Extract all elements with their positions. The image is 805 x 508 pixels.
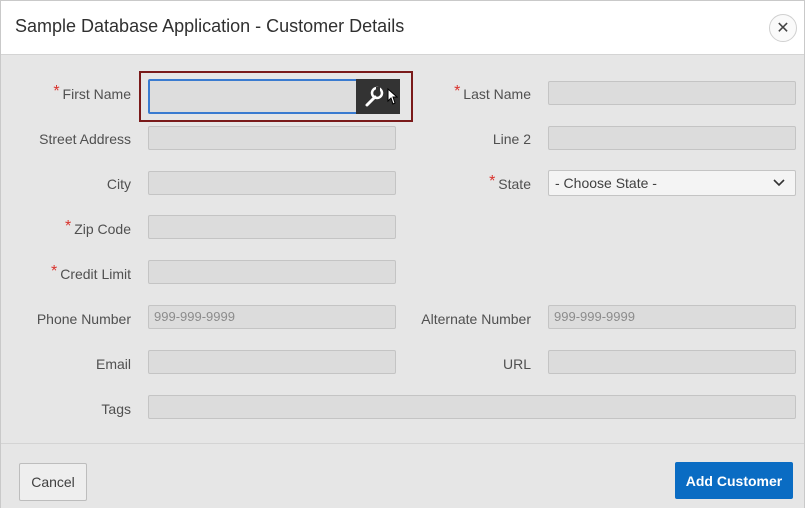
phone-number-input[interactable]: 999-999-9999 bbox=[148, 305, 396, 329]
tags-input[interactable] bbox=[148, 395, 796, 419]
email-label: Email bbox=[95, 356, 131, 372]
state-selected-value: - Choose State - bbox=[555, 175, 657, 191]
state-label: * State bbox=[489, 173, 531, 192]
line2-label: Line 2 bbox=[492, 131, 531, 147]
last-name-input[interactable] bbox=[548, 81, 796, 105]
close-button[interactable]: ✕ bbox=[769, 14, 797, 42]
url-label: URL bbox=[502, 356, 531, 372]
customer-details-dialog: Sample Database Application - Customer D… bbox=[0, 0, 805, 508]
credit-limit-input[interactable] bbox=[148, 260, 396, 284]
wrench-button[interactable] bbox=[356, 79, 400, 114]
city-label: City bbox=[106, 176, 131, 192]
form-body: * First Name * Last Name Street Address Li… bbox=[1, 55, 804, 443]
tags-label: Tags bbox=[101, 401, 131, 417]
alternate-number-input[interactable]: 999-999-9999 bbox=[548, 305, 796, 329]
street-address-input[interactable] bbox=[148, 126, 396, 150]
credit-limit-label: * Credit Limit bbox=[50, 263, 131, 282]
zip-code-label: * Zip Code bbox=[64, 218, 131, 237]
close-icon: ✕ bbox=[776, 20, 790, 37]
url-input[interactable] bbox=[548, 350, 796, 374]
cancel-button[interactable]: Cancel bbox=[19, 463, 87, 501]
first-name-label: * First Name bbox=[53, 83, 131, 102]
dialog-header: Sample Database Application - Customer D… bbox=[1, 1, 804, 55]
email-input[interactable] bbox=[148, 350, 396, 374]
wrench-icon bbox=[365, 86, 398, 106]
dialog-title: Sample Database Application - Customer D… bbox=[15, 16, 405, 36]
city-input[interactable] bbox=[148, 171, 396, 195]
state-select[interactable]: - Choose State - bbox=[548, 170, 796, 196]
add-customer-button[interactable]: Add Customer bbox=[675, 462, 793, 499]
chevron-down-icon bbox=[773, 171, 785, 203]
phone-number-label: Phone Number bbox=[36, 311, 131, 327]
zip-code-input[interactable] bbox=[148, 215, 396, 239]
line2-input[interactable] bbox=[548, 126, 796, 150]
alternate-number-label: Alternate Number bbox=[421, 311, 531, 327]
dialog-footer: Cancel Add Customer bbox=[1, 443, 804, 508]
last-name-label: * Last Name bbox=[454, 83, 531, 102]
street-address-label: Street Address bbox=[39, 131, 131, 147]
